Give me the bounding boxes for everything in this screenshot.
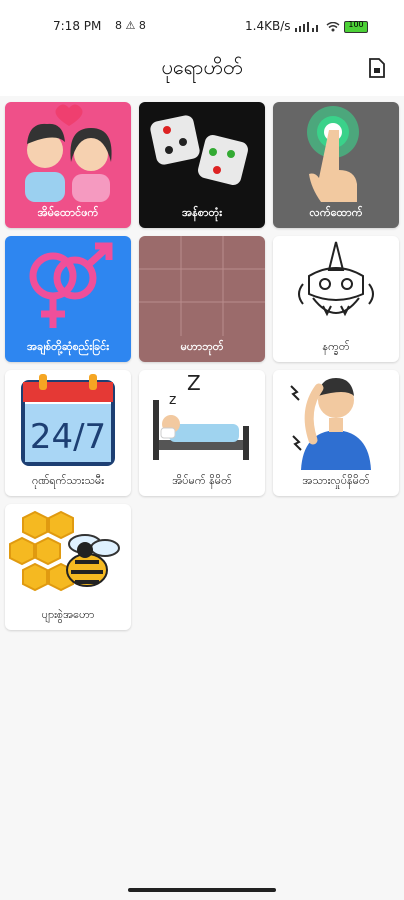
app-bar: ပုရောဟိတ် — [0, 40, 404, 96]
tile-label: ပျားစွဲအဟော — [41, 608, 95, 621]
tile-bee[interactable]: ပျားစွဲအဟော — [5, 504, 131, 630]
tile-spouse[interactable]: အိမ်ထောင်ဖက် — [5, 102, 131, 228]
wifi-icon — [326, 21, 340, 31]
twitching-man-icon — [290, 378, 371, 470]
home-indicator[interactable] — [128, 888, 276, 892]
tile-astrology[interactable]: နက္ခတ် — [273, 236, 399, 362]
tile-body-twitch[interactable]: အသားလှုပ်နိမိတ် — [273, 370, 399, 496]
couple-icon — [25, 104, 112, 202]
ogre-mask-icon — [298, 241, 374, 317]
tile-label: နက္ခတ် — [322, 340, 350, 353]
finger-tap-icon — [307, 106, 359, 202]
dice-icon — [150, 115, 248, 185]
network-speed: 1.4KB/s — [245, 19, 291, 33]
tile-label: အိမ်ထောင်ဖက် — [37, 206, 99, 219]
calendar-24-7-icon: 24/7 — [21, 374, 115, 466]
tile-label: ဂုဏ်ရက်သားသမီး — [31, 474, 105, 487]
svg-text:Z: Z — [187, 371, 201, 395]
tile-dream[interactable]: z Z အိပ်မက် နိမိတ် — [139, 370, 265, 496]
status-right: 1.4KB/s 100 — [245, 19, 368, 33]
bee-honeycomb-icon — [9, 510, 120, 592]
document-button[interactable] — [368, 58, 390, 82]
document-icon — [369, 58, 385, 78]
gender-symbols-icon — [29, 242, 113, 328]
grid-board-icon — [139, 236, 265, 336]
tile-label: မဟာဘုတ် — [180, 340, 224, 353]
status-bar: 7:18 PM 8 ⚠ 8 1.4KB/s 100 — [0, 0, 404, 40]
tile-label: အသားလှုပ်နိမိတ် — [302, 474, 370, 487]
signal-icon — [295, 21, 319, 32]
tile-label: အန်စာတုံး — [181, 206, 222, 219]
tile-label: အိပ်မက် နိမိတ် — [172, 474, 232, 487]
tile-birth-children[interactable]: 24/7 ဂုဏ်ရက်သားသမီး — [5, 370, 131, 496]
status-left-icons: 8 ⚠ 8 — [115, 19, 146, 32]
status-time: 7:18 PM — [53, 19, 102, 33]
tile-hand[interactable]: လက်ထောက် — [273, 102, 399, 228]
calendar-text: 24/7 — [30, 417, 106, 457]
page-title: ပုရောဟိတ် — [161, 55, 243, 79]
tile-label: အချစ်တို့ဆုံစည်းခြင်း — [26, 340, 110, 353]
tile-love-meeting[interactable]: အချစ်တို့ဆုံစည်းခြင်း — [5, 236, 131, 362]
tile-mahabote[interactable]: မဟာဘုတ် — [139, 236, 265, 362]
tile-label: လက်ထောက် — [309, 206, 363, 219]
tile-dice[interactable]: အန်စာတုံး — [139, 102, 265, 228]
sleeping-icon: z Z — [153, 371, 249, 460]
battery-icon: 100 — [344, 20, 368, 33]
svg-text:z: z — [169, 392, 176, 408]
